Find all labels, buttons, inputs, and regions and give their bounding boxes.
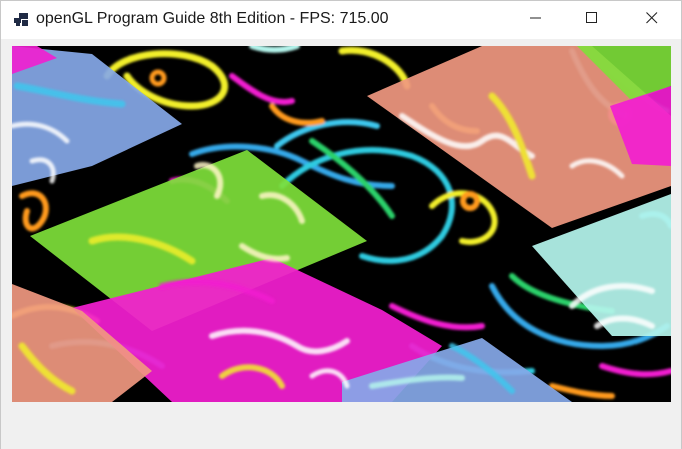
app-icon [13,12,29,28]
close-icon [646,11,658,29]
opengl-render-viewport[interactable] [12,46,671,402]
window-title: openGL Program Guide 8th Edition - FPS: … [36,10,389,27]
title-bar[interactable]: openGL Program Guide 8th Edition - FPS: … [1,1,681,39]
close-button[interactable] [627,1,677,39]
app-window: openGL Program Guide 8th Edition - FPS: … [0,0,682,449]
minimize-button[interactable] [511,1,561,39]
minimize-icon [530,11,542,29]
maximize-button[interactable] [567,1,617,39]
rendered-scene [12,46,671,402]
maximize-icon [586,11,598,29]
